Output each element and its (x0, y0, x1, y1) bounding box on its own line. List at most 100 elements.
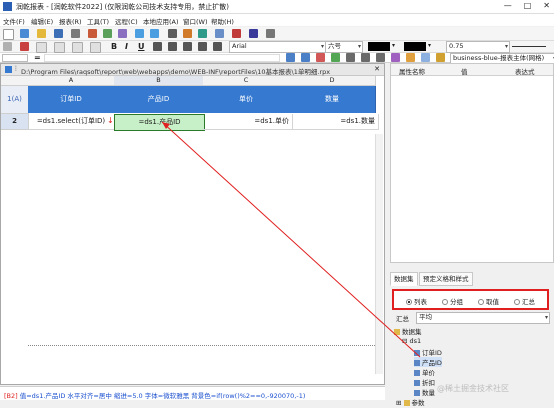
column-header-a[interactable]: A (28, 76, 115, 86)
close-button[interactable]: ✕ (543, 1, 550, 10)
cell-ref-box[interactable] (2, 54, 28, 62)
cell-c2[interactable]: =ds1.单价 (203, 114, 293, 130)
property-expr-header: 表达式 (515, 68, 535, 76)
menu-remote[interactable]: 远程(C) (115, 16, 138, 26)
merge-cells-icon[interactable] (36, 42, 47, 53)
condition-icon[interactable] (376, 53, 385, 62)
tree-field[interactable]: 单价 (414, 367, 435, 377)
paste-icon[interactable] (118, 29, 127, 38)
radio-value[interactable]: 取值 (478, 296, 499, 306)
sort-icon[interactable] (316, 53, 325, 62)
watermark: @稀土掘金技术社区 (437, 384, 509, 393)
column-header-b[interactable]: B (114, 76, 204, 86)
aggregate-select[interactable]: 平均 ▾ (416, 312, 550, 324)
expression-icon[interactable] (301, 53, 310, 62)
filter-icon[interactable] (331, 53, 340, 62)
align-left-icon[interactable] (153, 42, 162, 51)
text-color-dropdown[interactable]: ▾ (392, 42, 395, 49)
cell-c1[interactable]: 单价 (203, 86, 290, 113)
bold-button[interactable]: B (111, 42, 117, 51)
align-center-icon[interactable] (168, 42, 177, 51)
insert-col-icon[interactable] (90, 42, 101, 53)
row-header-1[interactable]: 1(A) (1, 86, 29, 114)
copy-icon[interactable] (103, 29, 112, 38)
style-brush-icon[interactable] (421, 53, 430, 62)
param-icon[interactable] (198, 29, 207, 38)
tree-field[interactable]: 订单ID (414, 347, 442, 357)
radio-group[interactable]: 分组 (442, 296, 463, 306)
preview-icon[interactable] (168, 29, 177, 38)
line-width-select[interactable]: 0.75 ▾ (446, 41, 510, 53)
new-file-icon[interactable] (3, 29, 14, 40)
menu-file[interactable]: 文件(F) (3, 16, 25, 26)
vertical-scrollbar[interactable] (375, 134, 383, 374)
format-paint-icon[interactable] (3, 42, 12, 51)
menu-help[interactable]: 帮助(H) (211, 16, 234, 26)
menu-tools[interactable]: 工具(T) (87, 16, 109, 26)
tree-field[interactable]: 产品ID (414, 357, 442, 367)
italic-button[interactable]: I (125, 42, 128, 51)
underline-button[interactable]: U (138, 42, 145, 51)
tree-dataset-ds1[interactable]: ⊟ ds1 (402, 337, 421, 345)
tab-dataset[interactable]: 数据集 (390, 272, 418, 286)
redo-icon[interactable] (150, 29, 159, 38)
cell-b2[interactable]: =ds1.产品ID (114, 114, 205, 131)
formula-input[interactable] (44, 54, 280, 62)
column-header-d[interactable]: D (289, 76, 376, 86)
align-top-icon[interactable] (198, 42, 207, 51)
tab-predefined-styles[interactable]: 预定义格和样式 (419, 272, 473, 286)
tree-field[interactable]: 数量 (414, 387, 435, 397)
text-color-swatch[interactable] (368, 42, 390, 51)
column-header-c[interactable]: C (203, 76, 290, 86)
save-icon[interactable] (54, 29, 63, 38)
row-header-2[interactable]: 2 (1, 114, 29, 130)
document-path: D:\Program Files\raqsoft\report\web\weba… (21, 68, 331, 76)
minimize-button[interactable]: — (504, 1, 512, 10)
open-folder-icon[interactable] (37, 29, 46, 38)
chart-icon[interactable] (232, 29, 241, 38)
menu-report[interactable]: 报表(R) (59, 16, 82, 26)
tree-root[interactable]: 数据集 (394, 326, 422, 336)
align-right-icon[interactable] (183, 42, 192, 51)
cell-a2[interactable]: =ds1.select(订单ID) (28, 114, 115, 130)
dsl-icon[interactable] (286, 53, 295, 62)
group-icon[interactable] (346, 53, 355, 62)
maximize-button[interactable]: □ (524, 1, 532, 10)
link-icon[interactable] (406, 53, 415, 62)
document-close-icon[interactable]: ✕ (374, 65, 380, 73)
tree-params[interactable]: ⊞ 参数 (396, 397, 425, 407)
cell-d2[interactable]: =ds1.数量 (289, 114, 379, 130)
cell-b1[interactable]: 产品ID (114, 86, 204, 113)
undo-icon[interactable] (135, 29, 144, 38)
menu-window[interactable]: 窗口(W) (183, 16, 208, 26)
grid-icon[interactable] (215, 29, 224, 38)
font-size-select[interactable]: 六号 ▾ (325, 41, 363, 53)
expand-down-icon: ↓ (107, 116, 114, 125)
style-picker-icon[interactable] (436, 53, 445, 62)
menu-edit[interactable]: 编辑(E) (31, 16, 53, 26)
cell-props-icon[interactable] (361, 53, 370, 62)
clear-format-icon[interactable] (20, 42, 29, 51)
line-style-preview[interactable] (512, 46, 546, 47)
border-color-swatch[interactable] (404, 42, 426, 51)
cell-a1[interactable]: 订单ID (28, 86, 115, 113)
cell-d1[interactable]: 数量 (289, 86, 376, 113)
border-color-dropdown[interactable]: ▾ (428, 42, 431, 49)
zoom-icon[interactable] (249, 29, 258, 38)
options-icon[interactable] (266, 29, 275, 38)
radio-summary[interactable]: 汇总 (514, 296, 535, 306)
dataset-icon[interactable] (183, 29, 192, 38)
menu-local-app[interactable]: 本地应用(A) (143, 16, 179, 26)
split-cells-icon[interactable] (54, 42, 65, 53)
insert-row-icon[interactable] (72, 42, 83, 53)
format-icon[interactable] (391, 53, 400, 62)
corner-header[interactable] (1, 76, 29, 86)
print-icon[interactable] (71, 29, 80, 38)
align-bottom-icon[interactable] (213, 42, 222, 51)
tree-field[interactable]: 折扣 (414, 377, 435, 387)
new-report-icon[interactable] (20, 29, 29, 38)
document-menu-icon[interactable]: ⋮ (13, 65, 19, 72)
cut-icon[interactable] (88, 29, 97, 38)
radio-list[interactable]: 列表 (406, 296, 427, 306)
font-name-select[interactable]: Arial ▾ (229, 41, 326, 53)
